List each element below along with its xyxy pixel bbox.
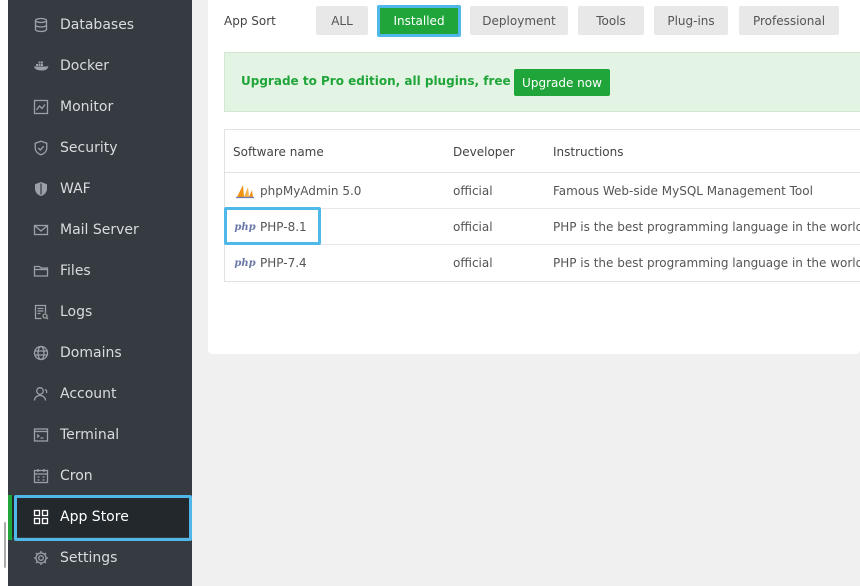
instructions: PHP is the best programming language in … [553, 256, 860, 270]
database-icon [33, 17, 49, 33]
grid-icon [33, 509, 49, 525]
sidebar-item-monitor[interactable]: Monitor [8, 86, 192, 127]
sidebar-item-mail-server[interactable]: Mail Server [8, 209, 192, 250]
sidebar-item-label: Docker [60, 57, 110, 74]
sidebar-item-security[interactable]: Security [8, 127, 192, 168]
upgrade-now-button[interactable]: Upgrade now [514, 69, 610, 96]
phpmyadmin-icon [235, 183, 255, 199]
sidebar-item-label: WAF [60, 180, 91, 197]
developer: official [453, 184, 493, 198]
table-row[interactable]: php PHP-7.4 official PHP is the best pro… [225, 245, 860, 281]
sidebar-item-label: Monitor [60, 98, 114, 115]
instructions: PHP is the best programming language in … [553, 220, 860, 234]
sidebar-item-settings[interactable]: Settings [8, 537, 192, 578]
php-logo-text: php [234, 221, 256, 233]
php-logo-text: php [234, 257, 256, 269]
sidebar-item-logs[interactable]: Logs [8, 291, 192, 332]
software-name[interactable]: PHP-8.1 [260, 220, 307, 234]
header-software-name: Software name [233, 145, 324, 159]
sidebar-item-label: Logs [60, 303, 93, 320]
sidebar-item-label: Mail Server [60, 221, 139, 238]
gear-icon [33, 550, 49, 566]
logs-icon [33, 304, 49, 320]
software-name[interactable]: phpMyAdmin 5.0 [260, 184, 361, 198]
docker-icon [33, 58, 49, 74]
table-header: Software name Developer Instructions [225, 130, 860, 173]
sidebar-scrollbar[interactable] [4, 522, 6, 568]
sidebar-item-label: Security [60, 139, 118, 156]
sidebar-item-label: Cron [60, 467, 93, 484]
sidebar-item-app-store[interactable]: App Store [8, 496, 192, 537]
software-name[interactable]: PHP-7.4 [260, 256, 307, 270]
sidebar-item-label: Files [60, 262, 91, 279]
php-icon: php [234, 219, 256, 235]
sidebar-item-domains[interactable]: Domains [8, 332, 192, 373]
tab-tools[interactable]: Tools [578, 6, 644, 35]
app-sort-label: App Sort [224, 14, 276, 28]
developer: official [453, 256, 493, 270]
sidebar-item-label: App Store [60, 508, 129, 525]
table-row[interactable]: php PHP-8.1 official PHP is the best pro… [225, 209, 860, 245]
header-developer: Developer [453, 145, 515, 159]
php-icon: php [234, 255, 256, 271]
sidebar-item-account[interactable]: Account [8, 373, 192, 414]
active-indicator [8, 495, 12, 540]
sidebar-item-waf[interactable]: WAF [8, 168, 192, 209]
sidebar-item-label: Terminal [60, 426, 120, 443]
globe-icon [33, 345, 49, 361]
tab-all[interactable]: ALL [316, 6, 368, 35]
calendar-icon [33, 468, 49, 484]
terminal-icon [33, 427, 49, 443]
sidebar-item-label: Databases [60, 16, 135, 33]
tab-installed[interactable]: Installed [378, 6, 460, 35]
tab-professional[interactable]: Professional [739, 6, 839, 35]
tab-deployment[interactable]: Deployment [470, 6, 568, 35]
table-row[interactable]: phpMyAdmin 5.0 official Famous Web-side … [225, 173, 860, 209]
sidebar-item-label: Account [60, 385, 117, 402]
sidebar-item-label: Settings [60, 549, 118, 566]
user-icon [33, 386, 49, 402]
monitor-icon [33, 99, 49, 115]
instructions: Famous Web-side MySQL Management Tool [553, 184, 813, 198]
sidebar-item-cron[interactable]: Cron [8, 455, 192, 496]
folder-icon [33, 263, 49, 279]
sidebar-item-label: Domains [60, 344, 122, 361]
software-table: Software name Developer Instructions php… [224, 129, 860, 282]
waf-shield-icon [33, 181, 49, 197]
sidebar-item-docker[interactable]: Docker [8, 45, 192, 86]
sidebar-item-terminal[interactable]: Terminal [8, 414, 192, 455]
sidebar-item-databases[interactable]: Databases [8, 4, 192, 45]
shield-icon [33, 140, 49, 156]
developer: official [453, 220, 493, 234]
sidebar-item-files[interactable]: Files [8, 250, 192, 291]
tab-plug-ins[interactable]: Plug-ins [654, 6, 728, 35]
sidebar-edge [0, 0, 8, 586]
header-instructions: Instructions [553, 145, 624, 159]
mail-icon [33, 222, 49, 238]
